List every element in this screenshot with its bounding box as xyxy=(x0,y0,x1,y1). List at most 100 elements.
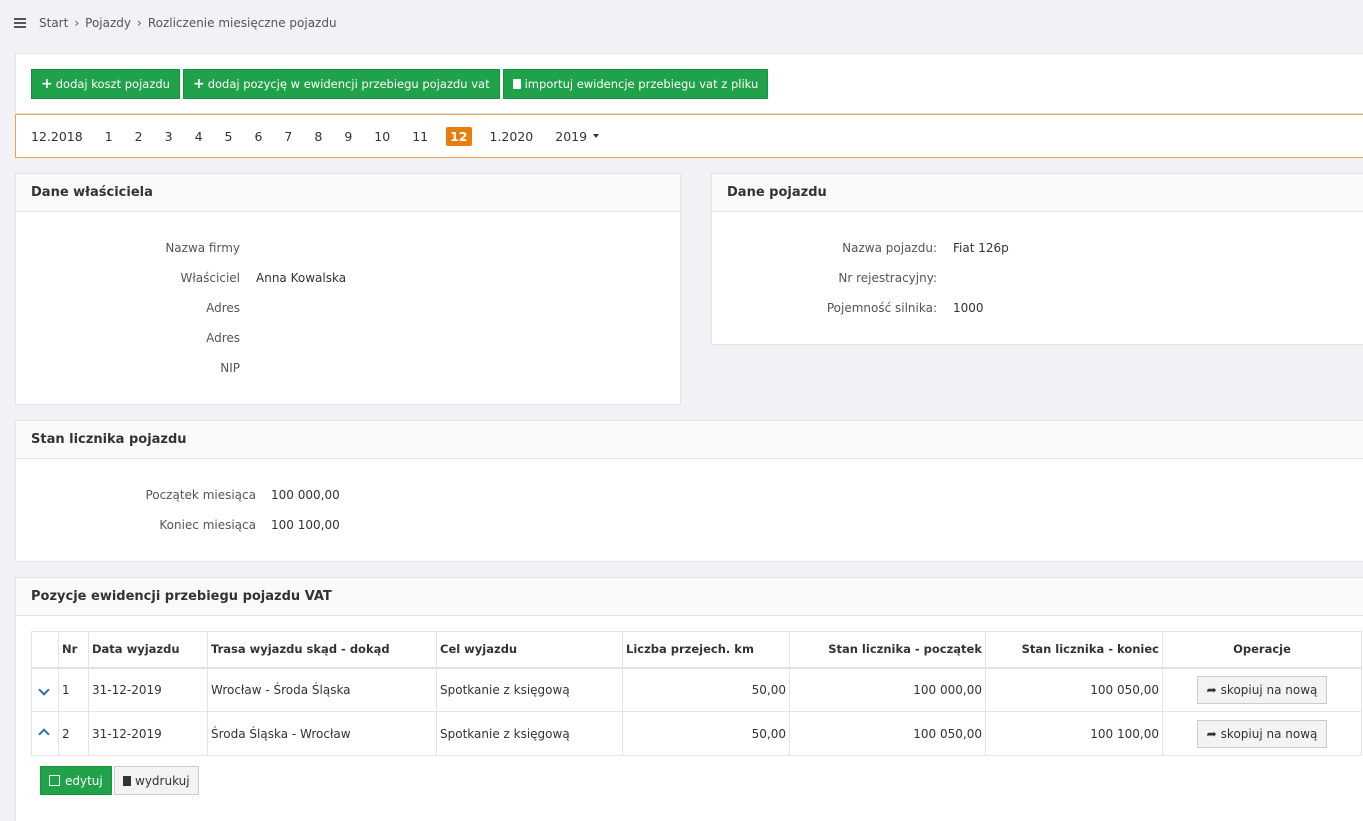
odometer-panel: Stan licznika pojazdu Początek miesiąca … xyxy=(15,420,1363,562)
field-label: NIP xyxy=(220,361,240,375)
chevron-up-icon[interactable] xyxy=(38,728,50,740)
copy-label: skopiuj na nową xyxy=(1220,682,1318,697)
trips-panel-title: Pozycje ewidencji przebiegu pojazdu VAT xyxy=(16,578,1363,616)
pager-month-1[interactable]: 1 xyxy=(105,129,113,144)
month-pager: 12.2018 1 2 3 4 5 6 7 8 9 10 11 12 1.202… xyxy=(15,114,1363,158)
vehicle-row-engine: Pojemność silnika: 1000 xyxy=(712,298,984,318)
col-date[interactable]: Data wyjazdu xyxy=(88,631,208,669)
vehicle-row-name: Nazwa pojazdu: Fiat 126p xyxy=(712,238,1009,258)
cell-route: Środa Śląska - Wrocław xyxy=(207,711,437,756)
col-km[interactable]: Liczba przejech. km xyxy=(622,631,790,669)
copy-to-new-button[interactable]: ➦ skopiuj na nową xyxy=(1196,719,1328,748)
add-cost-button[interactable]: + dodaj koszt pojazdu xyxy=(31,68,180,99)
plus-icon: + xyxy=(41,75,53,92)
pager-month-3[interactable]: 3 xyxy=(165,129,173,144)
owner-row-nip: NIP xyxy=(16,358,256,378)
action-toolbar: + dodaj koszt pojazdu + dodaj pozycję w … xyxy=(15,53,1363,114)
col-route[interactable]: Trasa wyjazdu skąd - dokąd xyxy=(207,631,437,669)
add-position-label: dodaj pozycję w ewidencji przebiegu poja… xyxy=(207,76,490,91)
cell-km: 50,00 xyxy=(622,711,790,756)
pager-month-6[interactable]: 6 xyxy=(254,129,262,144)
owner-row-address-2: Adres xyxy=(16,328,256,348)
top-bar: Start › Pojazdy › Rozliczenie miesięczne… xyxy=(0,0,1363,46)
copy-to-new-button[interactable]: ➦ skopiuj na nową xyxy=(1196,675,1328,704)
cell-km: 50,00 xyxy=(622,667,790,712)
col-nr[interactable]: Nr xyxy=(58,631,89,669)
edit-button[interactable]: edytuj xyxy=(40,766,112,795)
share-icon: ➦ xyxy=(1206,726,1217,741)
pager-month-7[interactable]: 7 xyxy=(284,129,292,144)
pager-month-4[interactable]: 4 xyxy=(195,129,203,144)
col-purpose[interactable]: Cel wyjazdu xyxy=(436,631,623,669)
pager-month-9[interactable]: 9 xyxy=(344,129,352,144)
field-value: 100 000,00 xyxy=(271,488,340,502)
pager-month-5[interactable]: 5 xyxy=(225,129,233,144)
print-button[interactable]: wydrukuj xyxy=(114,766,199,795)
year-dropdown[interactable]: 2019 xyxy=(555,129,600,144)
cell-operations: ➦ skopiuj na nową xyxy=(1162,711,1362,756)
edit-label: edytuj xyxy=(65,773,103,788)
share-icon: ➦ xyxy=(1206,682,1217,697)
file-icon xyxy=(123,775,131,786)
owner-panel-title: Dane właściciela xyxy=(16,174,680,212)
pager-month-2[interactable]: 2 xyxy=(135,129,143,144)
field-label: Koniec miesiąca xyxy=(159,518,256,532)
col-operations: Operacje xyxy=(1162,631,1362,669)
trips-panel: Pozycje ewidencji przebiegu pojazdu VAT … xyxy=(15,577,1363,821)
trips-table: Nr Data wyjazdu Trasa wyjazdu skąd - dok… xyxy=(31,631,1362,756)
pager-month-11[interactable]: 11 xyxy=(412,129,428,144)
cell-date: 31-12-2019 xyxy=(88,667,208,712)
cell-odo-end: 100 050,00 xyxy=(985,667,1163,712)
breadcrumb-vehicles[interactable]: Pojazdy xyxy=(85,16,131,30)
col-expand xyxy=(31,631,59,669)
owner-panel: Dane właściciela Nazwa firmy Właściciel … xyxy=(15,173,681,405)
edit-icon xyxy=(49,775,60,786)
table-header-row: Nr Data wyjazdu Trasa wyjazdu skąd - dok… xyxy=(31,631,1362,669)
menu-icon[interactable] xyxy=(14,18,26,28)
field-value: Anna Kowalska xyxy=(256,271,347,285)
field-value: 100 100,00 xyxy=(271,518,340,532)
table-row: 1 31-12-2019 Wrocław - Środa Śląska Spot… xyxy=(31,667,1362,712)
field-label: Adres xyxy=(206,331,240,345)
cell-odo-start: 100 050,00 xyxy=(789,711,986,756)
add-position-button[interactable]: + dodaj pozycję w ewidencji przebiegu po… xyxy=(182,68,500,99)
odometer-panel-title: Stan licznika pojazdu xyxy=(16,421,1363,459)
breadcrumb-start[interactable]: Start xyxy=(39,16,68,30)
row-toggle[interactable] xyxy=(31,667,59,712)
file-icon xyxy=(512,78,521,89)
row-toggle[interactable] xyxy=(31,711,59,756)
pager-next-year[interactable]: 1.2020 xyxy=(490,129,534,144)
pager-month-12-active[interactable]: 12 xyxy=(446,126,472,146)
field-label: Nazwa pojazdu: xyxy=(842,241,937,255)
import-button[interactable]: importuj ewidencje przebiegu vat z pliku xyxy=(502,68,769,99)
field-label: Nazwa firmy xyxy=(165,241,240,255)
import-label: importuj ewidencje przebiegu vat z pliku xyxy=(524,76,759,91)
field-label: Właściciel xyxy=(180,271,240,285)
table-row: 2 31-12-2019 Środa Śląska - Wrocław Spot… xyxy=(31,711,1362,756)
pager-month-8[interactable]: 8 xyxy=(314,129,322,144)
owner-row-owner: Właściciel Anna Kowalska xyxy=(16,268,347,288)
cell-nr: 1 xyxy=(58,667,89,712)
plus-icon: + xyxy=(192,75,205,92)
field-label: Początek miesiąca xyxy=(145,488,256,502)
chevron-right-icon: › xyxy=(137,16,142,30)
cell-nr: 2 xyxy=(58,711,89,756)
cell-odo-start: 100 000,00 xyxy=(789,667,986,712)
cell-odo-end: 100 100,00 xyxy=(985,711,1163,756)
breadcrumb-current: Rozliczenie miesięczne pojazdu xyxy=(147,16,337,30)
odometer-row-end: Koniec miesiąca 100 100,00 xyxy=(16,515,340,535)
cell-purpose: Spotkanie z księgową xyxy=(436,667,623,712)
owner-row-address-1: Adres xyxy=(16,298,256,318)
vehicle-panel-title: Dane pojazdu xyxy=(712,174,1363,212)
vehicle-panel: Dane pojazdu Nazwa pojazdu: Fiat 126p Nr… xyxy=(711,173,1363,345)
pager-prev-year[interactable]: 12.2018 xyxy=(31,129,83,144)
caret-down-icon xyxy=(593,134,600,138)
chevron-down-icon[interactable] xyxy=(38,684,50,696)
field-label: Pojemność silnika: xyxy=(826,301,937,315)
pager-month-10[interactable]: 10 xyxy=(374,129,390,144)
copy-label: skopiuj na nową xyxy=(1220,726,1318,741)
cell-date: 31-12-2019 xyxy=(88,711,208,756)
col-odo-end[interactable]: Stan licznika - koniec xyxy=(985,631,1163,669)
field-value: Fiat 126p xyxy=(953,241,1009,255)
col-odo-start[interactable]: Stan licznika - początek xyxy=(789,631,986,669)
